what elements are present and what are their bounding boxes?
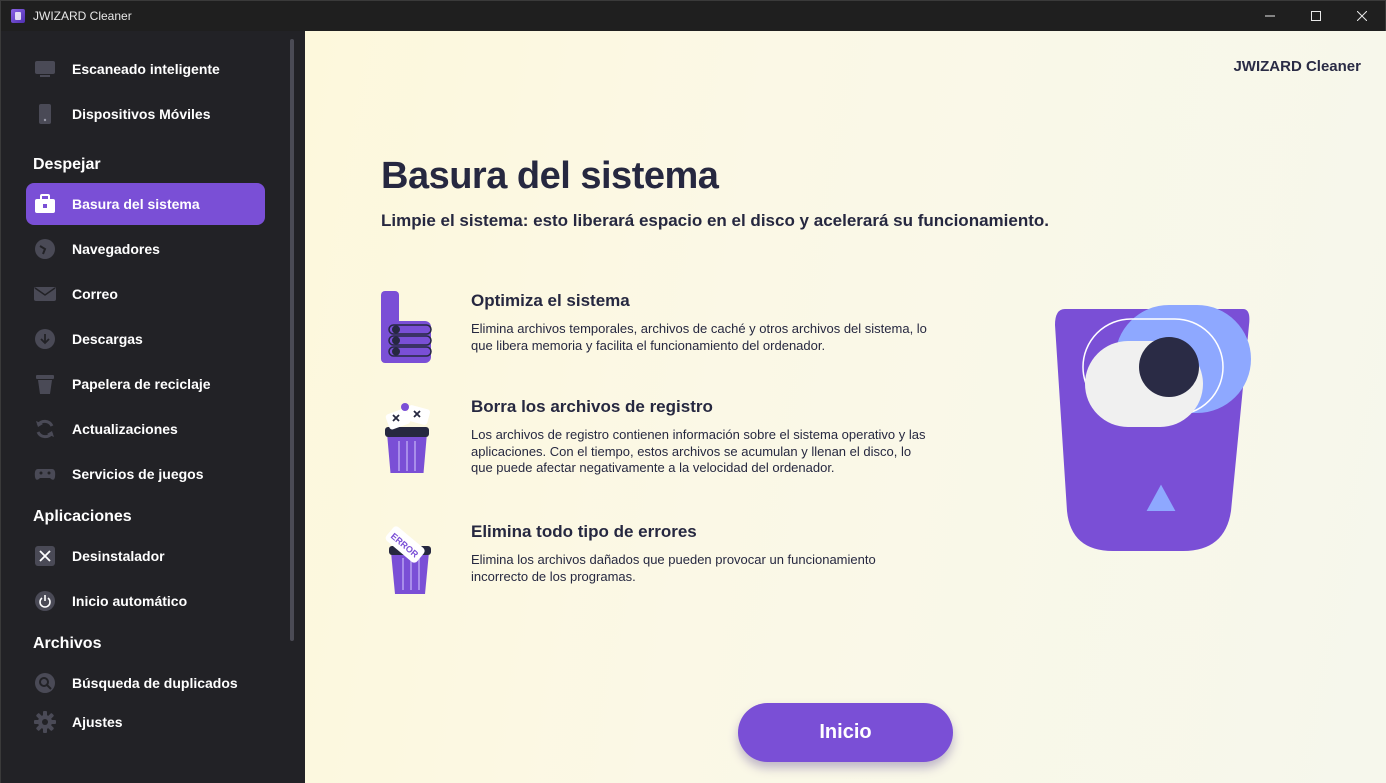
sidebar-item-browsers[interactable]: Navegadores: [26, 228, 265, 270]
trash-mascot-illustration: [1053, 301, 1253, 556]
uninstall-icon: [34, 545, 56, 567]
sidebar-item-duplicate-search[interactable]: Búsqueda de duplicados: [26, 662, 265, 704]
feature-title: Elimina todo tipo de errores: [471, 522, 697, 541]
sidebar-item-uninstaller[interactable]: Desinstalador: [26, 535, 265, 577]
sidebar-item-mail[interactable]: Correo: [26, 273, 265, 315]
title-bar[interactable]: JWIZARD Cleaner: [1, 1, 1385, 31]
power-icon: [34, 590, 56, 612]
section-title-files: Archivos: [33, 635, 102, 652]
section-title-clean: Despejar: [33, 156, 101, 173]
feature-title: Optimiza el sistema: [471, 291, 630, 310]
sidebar-item-label: Descargas: [72, 331, 143, 347]
main-panel: JWIZARD Cleaner Basura del sistema Limpi…: [305, 31, 1386, 783]
sidebar-item-updates[interactable]: Actualizaciones: [26, 408, 265, 450]
window-title: JWIZARD Cleaner: [33, 9, 132, 23]
sidebar-item-label: Búsqueda de duplicados: [72, 675, 238, 691]
sidebar-item-smart-scan[interactable]: Escaneado inteligente: [26, 48, 265, 90]
sidebar-item-label: Inicio automático: [72, 593, 188, 609]
gear-icon: [34, 711, 56, 733]
feature-description: Los archivos de registro contienen infor…: [471, 427, 926, 475]
maximize-icon: [1311, 11, 1321, 21]
refresh-icon: [34, 418, 56, 440]
feature-description: Elimina archivos temporales, archivos de…: [471, 321, 927, 353]
sidebar-item-label: Servicios de juegos: [72, 466, 204, 482]
sidebar: Escaneado inteligente Dispositivos Móvil…: [1, 31, 305, 783]
sidebar-item-label: Ajustes: [72, 714, 123, 730]
minimize-button[interactable]: [1247, 1, 1293, 31]
trash-icon: [34, 373, 56, 395]
sidebar-item-label: Basura del sistema: [72, 196, 200, 212]
sidebar-scrollbar[interactable]: [290, 39, 294, 641]
sidebar-item-autostart[interactable]: Inicio automático: [26, 580, 265, 622]
sidebar-item-label: Papelera de reciclaje: [72, 376, 211, 392]
sidebar-item-gaming-services[interactable]: Servicios de juegos: [26, 453, 265, 495]
brand-name: JWIZARD Cleaner: [1233, 58, 1361, 75]
gamepad-icon: [34, 463, 56, 485]
download-icon: [34, 328, 56, 350]
page-subtitle: Limpie el sistema: esto liberará espacio…: [381, 211, 1049, 230]
sidebar-item-recycle-bin[interactable]: Papelera de reciclaje: [26, 363, 265, 405]
sidebar-item-mobile-devices[interactable]: Dispositivos Móviles: [26, 93, 265, 135]
sidebar-item-label: Dispositivos Móviles: [72, 106, 211, 122]
sidebar-item-label: Correo: [72, 286, 118, 302]
sidebar-item-label: Escaneado inteligente: [72, 61, 220, 77]
start-button[interactable]: Inicio: [738, 703, 953, 762]
sidebar-item-system-junk[interactable]: Basura del sistema: [26, 183, 265, 225]
sidebar-item-label: Navegadores: [72, 241, 160, 257]
sidebar-item-label: Actualizaciones: [72, 421, 178, 437]
sidebar-item-label: Desinstalador: [72, 548, 165, 564]
close-button[interactable]: [1339, 1, 1385, 31]
section-title-apps: Aplicaciones: [33, 508, 132, 525]
feature-title: Borra los archivos de registro: [471, 397, 713, 416]
error-bin-icon: ERROR: [381, 522, 441, 598]
page-title: Basura del sistema: [381, 155, 719, 197]
maximize-button[interactable]: [1293, 1, 1339, 31]
briefcase-icon: [34, 193, 56, 215]
thumbs-up-icon: [381, 291, 441, 367]
browser-icon: [34, 238, 56, 260]
minimize-icon: [1265, 15, 1275, 17]
mail-icon: [34, 283, 56, 305]
monitor-icon: [34, 58, 56, 80]
trash-bin-files-icon: [381, 397, 441, 479]
window-controls: [1247, 1, 1385, 31]
close-icon: [1357, 11, 1367, 21]
phone-icon: [34, 103, 56, 125]
app-logo-icon: [11, 9, 25, 23]
duplicate-search-icon: [34, 672, 56, 694]
app-window: JWIZARD Cleaner Escaneado inteligente Di…: [0, 0, 1386, 783]
feature-description: Elimina los archivos dañados que pueden …: [471, 552, 876, 584]
sidebar-item-downloads[interactable]: Descargas: [26, 318, 265, 360]
sidebar-item-settings[interactable]: Ajustes: [26, 701, 265, 743]
